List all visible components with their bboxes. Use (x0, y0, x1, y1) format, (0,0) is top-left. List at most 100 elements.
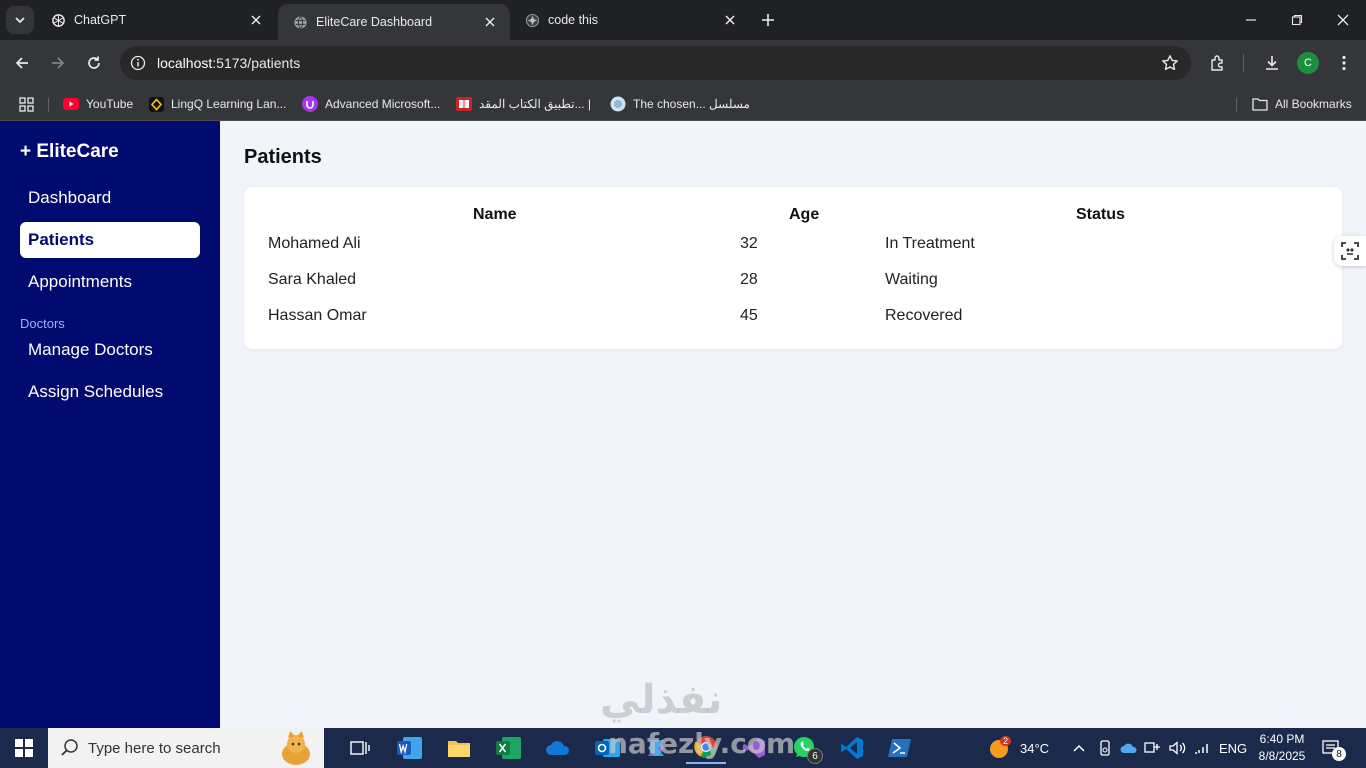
column-header-age: Age (789, 206, 820, 223)
tray-volume[interactable] (1168, 728, 1186, 768)
whatsapp-badge: 6 (807, 748, 823, 764)
restore-button[interactable] (1274, 0, 1320, 40)
browser-tab-strip: ChatGPT EliteCare Dashboard code this (0, 0, 1366, 40)
bookmarks-divider (48, 98, 49, 112)
arrow-left-icon (15, 57, 28, 69)
tab-chatgpt[interactable]: ChatGPT (36, 0, 276, 40)
all-bookmarks-label: All Bookmarks (1275, 97, 1352, 111)
chevron-up-icon (1073, 744, 1085, 752)
url-host: localhost (157, 55, 213, 71)
close-tab-icon[interactable] (480, 12, 500, 32)
watermark-latin: nafezly.com (608, 727, 796, 760)
chevron-down-icon (15, 17, 25, 24)
tab-code-this[interactable]: code this (510, 0, 750, 40)
page-title: Patients (244, 146, 322, 168)
weather-widget[interactable]: 2 34°C (988, 728, 1049, 768)
tray-onedrive[interactable] (1120, 728, 1138, 768)
sidebar-section-doctors: Doctors (20, 316, 65, 331)
profile-avatar[interactable]: C (1297, 52, 1319, 74)
close-tab-icon[interactable] (246, 10, 266, 30)
close-tab-icon[interactable] (720, 10, 740, 30)
sidebar-item-manage-doctors[interactable]: Manage Doctors (20, 332, 200, 368)
patients-table: Name Age Status Mohamed Ali 32 In Treatm… (244, 187, 1342, 349)
taskbar-search[interactable]: Type here to search (48, 728, 324, 768)
globe-bookmark-icon (610, 96, 626, 112)
cell-name: Hassan Omar (268, 307, 367, 324)
url-text: localhost:5173/patients (157, 55, 300, 71)
sidebar-item-appointments[interactable]: Appointments (20, 264, 200, 300)
book-app-icon (456, 96, 472, 112)
back-button[interactable] (8, 49, 36, 77)
sidebar-item-assign-schedules[interactable]: Assign Schedules (20, 374, 200, 410)
cell-status: Recovered (885, 307, 963, 324)
bookmark-youtube[interactable]: YouTube (63, 92, 133, 116)
clock-time: 6:40 PM (1259, 732, 1305, 746)
scan-icon (1341, 242, 1359, 260)
tab-elitecare-dashboard[interactable]: EliteCare Dashboard (278, 4, 510, 40)
lingq-icon (148, 96, 164, 112)
taskbar-word[interactable] (390, 732, 430, 764)
brand-logo[interactable]: + EliteCare (20, 141, 119, 163)
sidebar-item-dashboard[interactable]: Dashboard (20, 180, 200, 216)
tray-device-icon[interactable] (1098, 728, 1112, 768)
close-window-button[interactable] (1320, 0, 1366, 40)
restore-icon (1291, 14, 1303, 26)
tray-wifi[interactable] (1194, 728, 1210, 768)
new-tab-button[interactable] (756, 8, 780, 32)
toolbar-divider (1243, 54, 1244, 72)
extensions-button[interactable] (1204, 49, 1232, 77)
word-icon (397, 737, 422, 759)
reload-button[interactable] (80, 49, 108, 77)
cell-name: Sara Khaled (268, 271, 357, 288)
sidebar-item-patients[interactable]: Patients (20, 222, 200, 258)
taskbar-clock[interactable]: 6:40 PM 8/8/2025 (1252, 731, 1312, 765)
site-info-icon[interactable] (129, 54, 147, 72)
clock-date: 8/8/2025 (1258, 749, 1306, 763)
plus-icon (762, 14, 774, 26)
cell-name: Mohamed Ali (268, 235, 361, 252)
bookmark-label: YouTube (86, 97, 134, 111)
screen-capture-button[interactable] (1334, 236, 1366, 266)
tray-language[interactable]: ENG (1219, 728, 1247, 768)
browser-menu-button[interactable] (1330, 49, 1358, 77)
chatgpt-icon (50, 12, 66, 28)
minimize-button[interactable] (1228, 0, 1274, 40)
bookmark-star-icon[interactable] (1161, 54, 1179, 77)
cell-age: 45 (740, 307, 758, 324)
cell-status: In Treatment (885, 235, 975, 252)
bookmark-the-chosen[interactable]: The chosen... مسلسل (610, 92, 750, 116)
bookmark-label: Advanced Microsoft... (325, 97, 441, 111)
bookmark-lingq[interactable]: LingQ Learning Lan... (148, 92, 286, 116)
start-button[interactable] (0, 728, 48, 768)
excel-icon (496, 737, 521, 759)
taskbar-excel[interactable] (489, 732, 529, 764)
taskbar-powershell[interactable] (880, 732, 920, 764)
minimize-icon (1246, 19, 1256, 21)
taskbar-onedrive[interactable] (538, 732, 578, 764)
bookmark-label: LingQ Learning Lan... (171, 97, 287, 111)
tray-network[interactable] (1144, 728, 1162, 768)
browser-toolbar: localhost:5173/patients C (0, 40, 1366, 86)
tab-search-button[interactable] (6, 6, 34, 34)
all-bookmarks-button[interactable]: All Bookmarks (1252, 92, 1352, 116)
bookmark-bible-app[interactable]: تطبيق الكتاب المقد... | (456, 92, 591, 116)
device-icon (1100, 740, 1110, 756)
address-bar[interactable]: localhost:5173/patients (120, 46, 1191, 80)
udemy-icon (302, 96, 318, 112)
taskbar-file-explorer[interactable] (439, 732, 479, 764)
show-hidden-icons[interactable] (1072, 728, 1086, 768)
powershell-icon (888, 739, 911, 757)
column-header-name: Name (473, 206, 517, 223)
cat-search-highlight-icon (282, 731, 310, 765)
cell-status: Waiting (885, 271, 938, 288)
downloads-button[interactable] (1258, 49, 1286, 77)
notification-center[interactable]: 8 (1322, 728, 1346, 768)
close-icon (1337, 14, 1349, 26)
ethernet-icon (1144, 742, 1160, 753)
apps-button[interactable] (18, 92, 41, 116)
watermark-arabic: نفذلي (600, 677, 723, 723)
taskbar-vscode[interactable] (832, 732, 872, 764)
forward-button[interactable] (44, 49, 72, 77)
task-view-button[interactable] (340, 732, 380, 764)
bookmark-advanced-microsoft[interactable]: Advanced Microsoft... (302, 92, 440, 116)
